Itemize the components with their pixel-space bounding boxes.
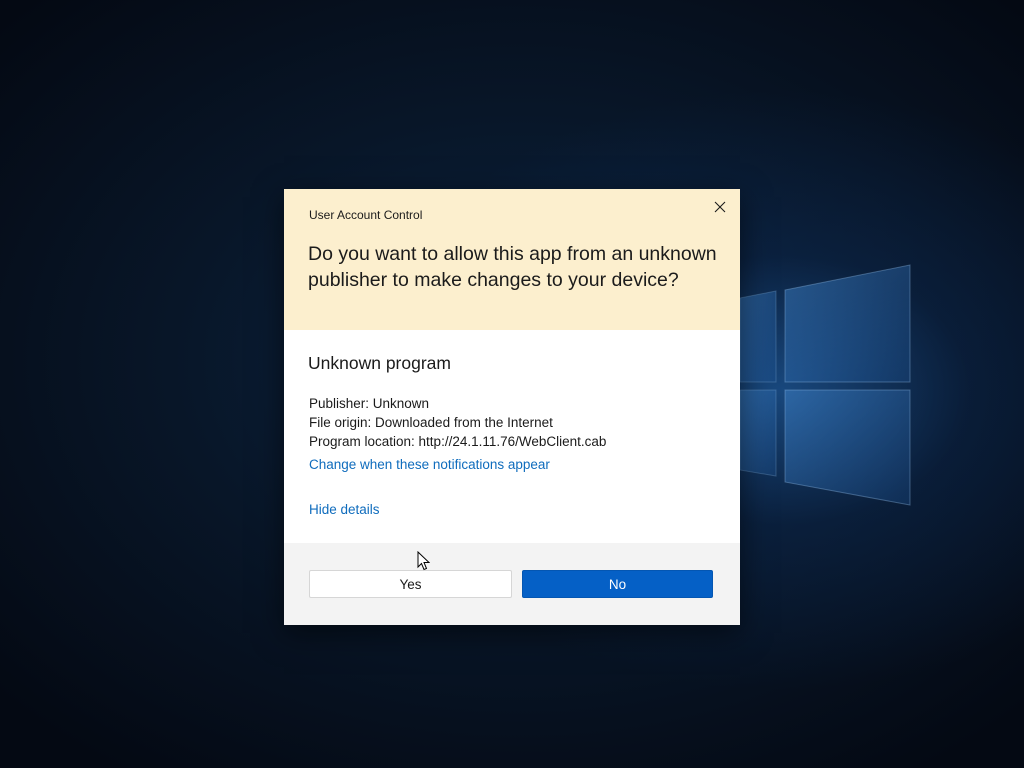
yes-button[interactable]: Yes: [309, 570, 512, 598]
dialog-header: User Account Control Do you want to allo…: [284, 189, 740, 330]
hide-details-link[interactable]: Hide details: [309, 502, 380, 517]
dialog-footer: Yes No: [284, 543, 740, 625]
dialog-question: Do you want to allow this app from an un…: [308, 243, 717, 291]
close-button[interactable]: [708, 195, 732, 219]
publisher-detail: Publisher: Unknown: [309, 396, 430, 411]
dialog-title: User Account Control: [309, 208, 423, 222]
uac-dialog: User Account Control Do you want to allo…: [284, 189, 740, 625]
close-icon: [714, 201, 726, 213]
program-location-detail: Program location: http://24.1.11.76/WebC…: [309, 434, 607, 449]
change-notifications-link[interactable]: Change when these notifications appear: [309, 457, 550, 472]
file-origin-detail: File origin: Downloaded from the Interne…: [309, 415, 553, 430]
mouse-pointer-icon: [417, 551, 430, 571]
program-name: Unknown program: [308, 353, 451, 373]
no-button[interactable]: No: [522, 570, 713, 598]
